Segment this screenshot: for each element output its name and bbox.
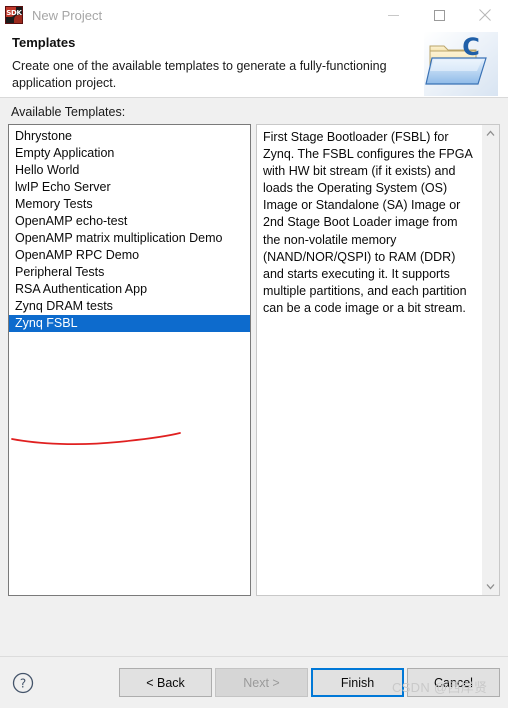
dialog-content: Available Templates: Dhrystone Empty App… <box>0 98 508 596</box>
dialog-button-row: < Back Next > Finish Cancel <box>119 668 500 697</box>
minimize-button[interactable] <box>370 0 416 30</box>
help-circle-icon[interactable]: ? <box>12 672 34 694</box>
template-description-panel: First Stage Bootloader (FSBL) for Zynq. … <box>256 124 500 596</box>
list-item[interactable]: Dhrystone <box>9 128 250 145</box>
next-button: Next > <box>215 668 308 697</box>
dialog-header: Templates Create one of the available te… <box>0 30 508 98</box>
list-item[interactable]: OpenAMP echo-test <box>9 213 250 230</box>
window-controls <box>370 0 508 30</box>
maximize-button[interactable] <box>416 0 462 30</box>
cancel-button[interactable]: Cancel <box>407 668 500 697</box>
title-bar: SDK New Project <box>0 0 508 30</box>
svg-text:C: C <box>462 33 480 61</box>
close-button[interactable] <box>462 0 508 30</box>
back-button[interactable]: < Back <box>119 668 212 697</box>
sdk-icon-label: SDK <box>6 9 22 17</box>
chevron-up-icon[interactable] <box>482 125 499 142</box>
window-title: New Project <box>32 7 103 23</box>
description-scrollbar[interactable] <box>481 125 499 595</box>
list-item-selected[interactable]: Zynq FSBL <box>9 315 250 332</box>
finish-button[interactable]: Finish <box>311 668 404 697</box>
list-item[interactable]: RSA Authentication App <box>9 281 250 298</box>
list-item[interactable]: OpenAMP matrix multiplication Demo <box>9 230 250 247</box>
list-item[interactable]: Empty Application <box>9 145 250 162</box>
list-item[interactable]: OpenAMP RPC Demo <box>9 247 250 264</box>
svg-text:?: ? <box>20 676 26 690</box>
list-item[interactable]: Zynq DRAM tests <box>9 298 250 315</box>
template-list[interactable]: Dhrystone Empty Application Hello World … <box>8 124 251 596</box>
list-item[interactable]: Peripheral Tests <box>9 264 250 281</box>
chevron-down-icon[interactable] <box>482 578 499 595</box>
available-templates-label: Available Templates: <box>11 105 126 119</box>
new-c-project-folder-icon: C <box>424 32 498 96</box>
page-description: Create one of the available templates to… <box>12 59 387 90</box>
list-item[interactable]: lwIP Echo Server <box>9 179 250 196</box>
list-item[interactable]: Hello World <box>9 162 250 179</box>
sdk-icon: SDK <box>5 6 23 24</box>
template-description-text: First Stage Bootloader (FSBL) for Zynq. … <box>263 130 473 315</box>
list-item[interactable]: Memory Tests <box>9 196 250 213</box>
panes-container: Dhrystone Empty Application Hello World … <box>8 124 500 596</box>
dialog-footer: ? < Back Next > Finish Cancel <box>0 657 508 708</box>
